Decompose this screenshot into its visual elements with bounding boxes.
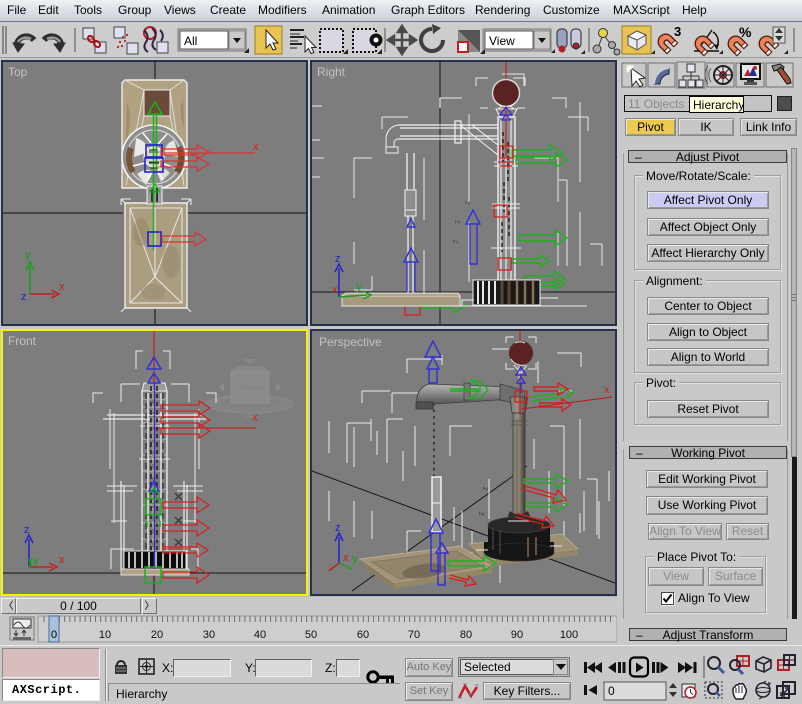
svg-text:100: 100 — [560, 629, 578, 641]
svg-text:z: z — [24, 524, 30, 536]
svg-text:x: x — [253, 141, 259, 153]
svg-text:z: z — [335, 253, 341, 265]
svg-text:30: 30 — [203, 629, 215, 641]
svg-text:z: z — [335, 522, 341, 534]
svg-text:FRONT: FRONT — [239, 385, 264, 392]
svg-text:Right: Right — [317, 65, 346, 79]
svg-text:x: x — [332, 284, 338, 296]
svg-text:0: 0 — [51, 629, 57, 641]
svg-text:z: z — [462, 200, 472, 205]
svg-text:x: x — [604, 384, 610, 396]
svg-text:x: x — [59, 554, 65, 566]
svg-text:80: 80 — [460, 629, 472, 641]
svg-text:%: % — [739, 24, 752, 40]
svg-text:y: y — [25, 249, 31, 261]
svg-text:z: z — [476, 511, 486, 516]
svg-text:x: x — [59, 281, 65, 293]
svg-text:3: 3 — [674, 24, 681, 39]
svg-text:z: z — [450, 239, 460, 244]
svg-text:x: x — [343, 552, 349, 564]
svg-text:z: z — [480, 486, 490, 491]
svg-text:20: 20 — [151, 629, 163, 641]
svg-text:70: 70 — [408, 629, 420, 641]
svg-text:y: y — [356, 281, 362, 293]
svg-text:View: View — [489, 34, 515, 48]
svg-text:40: 40 — [254, 629, 266, 641]
svg-text:60: 60 — [357, 629, 369, 641]
svg-text:10: 10 — [99, 629, 111, 641]
svg-text:z: z — [452, 219, 462, 224]
svg-text:Front: Front — [8, 334, 37, 348]
svg-text:Perspective: Perspective — [319, 335, 382, 349]
svg-text:90: 90 — [511, 629, 523, 641]
svg-text:z: z — [21, 291, 27, 303]
svg-text:y: y — [352, 553, 358, 565]
svg-text:All: All — [184, 34, 197, 48]
svg-text:y: y — [33, 555, 39, 567]
svg-text:Top: Top — [8, 65, 28, 79]
svg-text:0: 0 — [608, 684, 615, 698]
svg-text:x: x — [252, 412, 258, 424]
svg-text:50: 50 — [305, 629, 317, 641]
